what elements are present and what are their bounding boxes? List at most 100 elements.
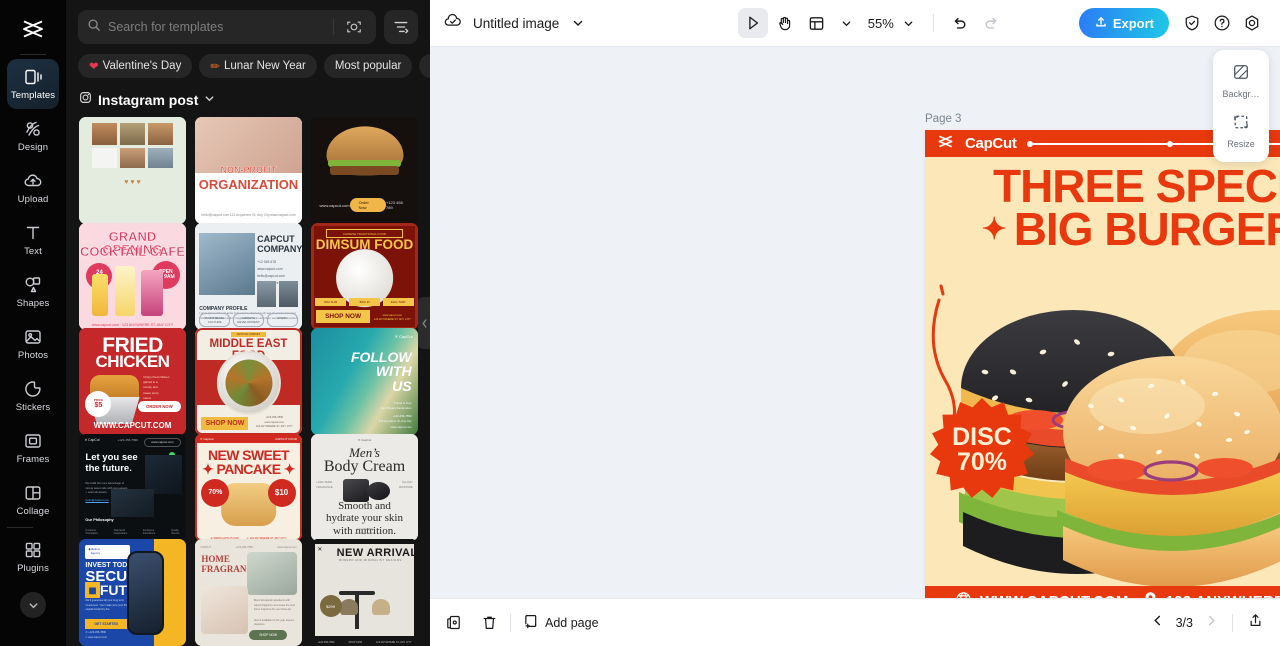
template-thumbnail-new-arrival[interactable]: ✕ NEW ARRIVAL MODERN AND MINIMALIST DESIGN… (311, 539, 418, 646)
template-thumbnail-home-fragrance[interactable]: CAPCUT +123-456-7890 www.capcut.com HOME FRA… (195, 539, 302, 646)
text-icon (23, 223, 43, 243)
search-input[interactable] (108, 20, 326, 34)
gear-icon[interactable] (1237, 8, 1267, 38)
template-thumbnail-grand-opening-cocktail-cafe[interactable]: GRAND OPENINGCOCKTAIL CAFE24MAYOPENAT 9A… (79, 222, 186, 330)
sidebar-item-photos[interactable]: Photos (7, 319, 59, 369)
duplicate-page-button[interactable] (446, 614, 463, 631)
poster-title-line2: ✦ BIG BURGERS ✦ (925, 203, 1280, 256)
search-icon (87, 18, 101, 37)
category-row[interactable]: Instagram post (66, 84, 430, 117)
sidebar-item-templates[interactable]: Templates (7, 59, 59, 109)
template-thumbnail-burger-dark[interactable]: www.capcut.com Order Now +123 456 789 (311, 117, 418, 224)
select-tool-button[interactable] (737, 8, 768, 38)
cloud-saved-icon[interactable] (443, 11, 463, 36)
sidebar-item-text[interactable]: Text (7, 215, 59, 265)
collapse-panel-button[interactable] (418, 297, 430, 349)
next-page-button[interactable] (1205, 614, 1218, 632)
sidebar-item-frames[interactable]: Frames (7, 423, 59, 473)
bottom-toolbar: Add page 3/3 (430, 598, 1280, 646)
chip-label: Valentine's Day (102, 60, 182, 72)
export-page-button[interactable] (1247, 612, 1264, 634)
chevron-down-icon[interactable] (204, 91, 215, 109)
resize-icon (1232, 113, 1250, 136)
stickers-icon (23, 379, 43, 399)
sidebar-item-shapes[interactable]: Shapes (7, 267, 59, 317)
filter-chips: ❤ Valentine's Day ✏ Lunar New Year Most popu… (66, 50, 430, 84)
undo-button[interactable] (945, 8, 975, 38)
template-thumbnail-fried-chicken[interactable]: FRIED CHICKEN Crispy fried chicken glazed i… (79, 328, 186, 436)
template-thumbnail-mens-body-cream[interactable]: ✕ CapCut Men’s Body Cream LONG-TERM FRAGRANC… (311, 433, 418, 541)
filter-chip-most-popular[interactable]: Most popular (323, 54, 413, 78)
hand-tool-button[interactable] (770, 8, 800, 38)
template-thumbnail-invest-today-secure-future[interactable]: ◆ Bottom AgencyINVEST TODAY!SECURE■FUTUR… (79, 539, 186, 646)
poster-website: WWW.CAPCUT.COM (980, 593, 1129, 599)
layout-tool-button[interactable] (802, 8, 832, 38)
sidebar-item-label: Collage (16, 506, 50, 517)
layout-chevron-down-icon[interactable] (834, 10, 860, 36)
template-thumbnail-middle-east-food[interactable]: FESTIVAL MARKETMIDDLE EAST FOODSHOP NOW+… (195, 328, 302, 436)
app-root: Templates Design Upload Text Shapes Photos Sti… (0, 0, 1280, 646)
poster-address: 123 ANYWHERE ST, ANY CITY (1166, 593, 1280, 599)
sidebar-item-upload[interactable]: Upload (7, 163, 59, 213)
poster-design[interactable]: CapCut FASTFOOD THREE SPECIAL ✦ BIG BURG… (925, 130, 1280, 598)
template-thumbnail-let-you-see-the-future[interactable]: ✕ CapCut +123-456-7890 www.capcut.com Let y… (79, 433, 186, 541)
template-thumbnail-new-sweet-pancake[interactable]: ✕ CapCut CAPCUT FOOD NEW SWEET ✦ PANCAKE ✦ 7… (195, 433, 302, 541)
chip-emoji-icon: ✏ (210, 61, 220, 73)
capcut-logo-icon[interactable] (0, 6, 66, 52)
filter-button[interactable] (384, 10, 418, 44)
prev-page-button[interactable] (1151, 614, 1164, 632)
template-thumbnail-photo-collage-hearts[interactable]: ♥ ♥ ♥ (79, 117, 186, 224)
sidebar-item-label: Text (24, 246, 42, 257)
collage-icon (23, 483, 43, 503)
image-search-icon[interactable] (341, 14, 367, 40)
upload-cloud-icon (23, 171, 43, 191)
poster-title-line2-text: BIG BURGERS (1013, 203, 1280, 256)
bottom-divider (510, 613, 511, 632)
sidebar-item-design[interactable]: Design (7, 111, 59, 161)
page-indicator: 3/3 (1175, 615, 1193, 630)
search-box[interactable] (78, 10, 376, 44)
question-circle-icon[interactable] (1207, 8, 1237, 38)
chip-label: Lunar New Year (223, 60, 306, 72)
template-thumbnail-non-profit-organization[interactable]: NON-PROFIT ORGANIZATION hello@capcut.com 12… (195, 117, 302, 224)
upload-arrow-icon (1094, 15, 1108, 32)
template-thumbnail-capcut-company-profile[interactable]: CAPCUT COMPANY +12 345 678 www.capcut.com he… (195, 222, 302, 330)
shield-check-icon[interactable] (1177, 8, 1207, 38)
filter-chip-valentine-s-day[interactable]: ❤ Valentine's Day (78, 54, 193, 78)
document-title-chevron-down-icon[interactable] (565, 10, 591, 36)
design-icon (23, 119, 43, 139)
add-page-button[interactable]: Add page (523, 613, 599, 633)
template-thumbnail-dimsum-food[interactable]: CHINESE TRADITIONAL FOOD DIMSUM FOOD DIM S… (311, 222, 418, 330)
sidebar-item-collage[interactable]: Collage (7, 475, 59, 525)
main-area: Untitled image 55% Export Page 3 CapCut … (430, 0, 1280, 646)
sidebar-item-label: Shapes (16, 298, 50, 309)
left-rail: Templates Design Upload Text Shapes Photos Sti… (0, 0, 66, 646)
delete-page-button[interactable] (481, 614, 498, 631)
resize-tool-button[interactable]: Resize (1217, 108, 1265, 154)
filter-chip-pr[interactable]: Pr (419, 54, 430, 78)
templates-icon (23, 67, 43, 87)
template-thumbnail-follow-with-us[interactable]: ✕ CapCut FOLLOW WITH US Travel & Tour Your Dr… (311, 328, 418, 436)
background-tool-button[interactable]: Backgr… (1217, 58, 1265, 104)
filter-chip-lunar-new-year[interactable]: ✏ Lunar New Year (199, 54, 317, 78)
sidebar-item-label: Frames (16, 454, 50, 465)
sidebar-item-stickers[interactable]: Stickers (7, 371, 59, 421)
globe-icon (955, 591, 972, 598)
canvas-area[interactable]: Page 3 CapCut THREE SPEC ✦ BIG BURGE DIS… (430, 47, 1280, 598)
export-button[interactable]: Export (1078, 8, 1169, 38)
add-page-label: Add page (545, 615, 599, 630)
sidebar-item-label: Plugins (17, 563, 49, 574)
rail-items: Templates Design Upload Text Shapes Photos Sti… (7, 59, 59, 584)
rail-divider (20, 54, 46, 55)
sidebar-item-label: Templates (10, 90, 56, 101)
document-title[interactable]: Untitled image (473, 16, 559, 31)
expand-rail-button[interactable] (20, 592, 46, 618)
zoom-chevron-down-icon[interactable] (896, 10, 922, 36)
redo-button[interactable] (977, 8, 1007, 38)
page-label: Page 3 (925, 112, 962, 125)
sidebar-item-plugins[interactable]: Plugins (7, 532, 59, 582)
pager-divider (1232, 613, 1233, 632)
zoom-level[interactable]: 55% (868, 16, 894, 31)
sidebar-item-label: Design (17, 142, 49, 153)
sparkle-icon-left: ✦ (981, 213, 1007, 247)
